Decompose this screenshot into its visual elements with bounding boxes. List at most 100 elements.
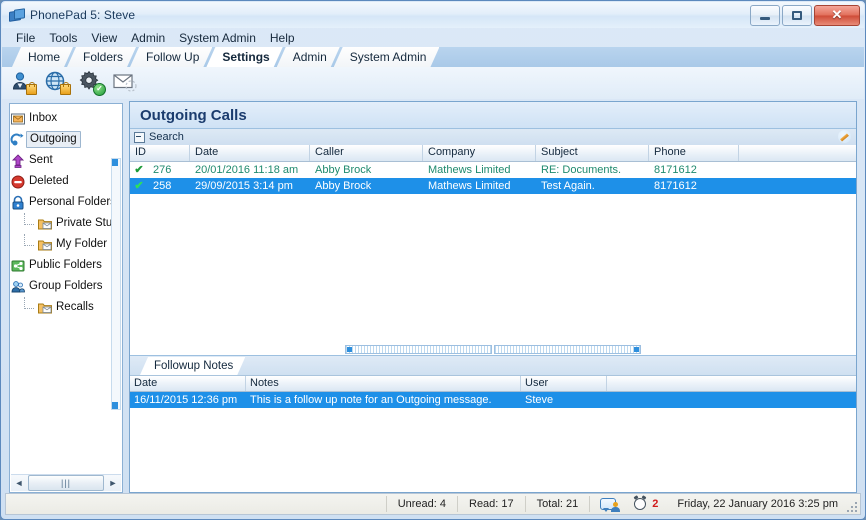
sidebar-vertical-scrollbar[interactable] [111,158,121,410]
close-icon: ✕ [831,7,843,22]
gear-check-icon[interactable]: ✓ [78,70,106,96]
status-messenger[interactable] [589,496,626,512]
menu-system-admin[interactable]: System Admin [172,30,263,46]
folder-icon [37,300,53,316]
tab-folders[interactable]: Folders [67,47,136,67]
column-header-note-date[interactable]: Date [130,376,246,391]
globe-lock-icon[interactable] [44,70,72,96]
table-row[interactable]: ✔ 276 20/01/2016 11:18 am Abby Brock Mat… [130,162,856,178]
panel-splitter[interactable] [130,343,856,355]
column-header-user[interactable]: User [521,376,607,391]
alarm-count-badge: 2 [652,498,659,510]
page-title: Outgoing Calls [130,102,856,129]
minimize-button[interactable] [750,5,780,26]
sidebar-item-label: Personal Folders [29,196,112,208]
sidebar-item-label: Public Folders [29,259,102,271]
scroll-left-arrow-icon[interactable]: ◄ [11,476,27,491]
sidebar-item-outgoing[interactable]: Outgoing [10,129,112,150]
cell-company: Mathews Limited [428,164,511,176]
followup-notes-panel: Followup Notes Date Notes User 16/11/201… [130,355,856,492]
menu-file[interactable]: File [9,30,42,46]
tab-followup-notes[interactable]: Followup Notes [140,357,245,375]
sidebar-item-label: Inbox [29,112,58,124]
calls-grid-header: ID Date Caller Company Subject Phone [130,145,856,162]
scrollbar-thumb-bottom[interactable] [112,402,118,409]
scroll-thumb[interactable]: ||| [28,475,104,491]
menu-view[interactable]: View [84,30,124,46]
expand-icon[interactable] [134,131,145,143]
sidebar-item-label: Sent [29,154,53,166]
sidebar-item-label: Deleted [29,175,69,187]
column-header-company[interactable]: Company [423,145,536,161]
cell-id: 258 [153,180,172,192]
maximize-button[interactable] [782,5,812,26]
tab-system-admin[interactable]: System Admin [334,47,440,67]
user-lock-icon[interactable] [10,70,38,96]
tab-follow-up[interactable]: Follow Up [130,47,212,67]
search-bar[interactable]: Search [130,129,856,146]
cell-id: 276 [153,164,172,176]
splitter-handle-right[interactable] [494,344,641,354]
row-flag-check-icon: ✔ [134,180,144,192]
sidebar-item-group-folders[interactable]: Group Folders [10,276,112,297]
window-title: PhonePad 5: Steve [30,8,136,22]
cell-phone: 8171612 [654,164,697,176]
cell-date: 29/09/2015 3:14 pm [195,180,293,192]
menu-tools[interactable]: Tools [42,30,84,46]
column-header-notes[interactable]: Notes [246,376,521,391]
column-header-id[interactable]: ID [130,145,190,161]
resize-grip[interactable] [845,500,857,512]
column-header-caller[interactable]: Caller [310,145,423,161]
sidebar-item-inbox[interactable]: Inbox [10,108,112,129]
sidebar-item-sent[interactable]: Sent [10,150,112,171]
close-button[interactable]: ✕ [814,5,860,26]
window-controls: ✕ [750,5,860,26]
cell-subject: Test Again. [541,180,595,192]
sidebar-item-personal-folders[interactable]: Personal Folders [10,192,112,213]
folder-icon [37,216,53,232]
status-alarms[interactable]: 2 [626,496,666,512]
scrollbar-thumb-top[interactable] [112,159,118,166]
cell-caller: Abby Brock [315,164,372,176]
cell-note-text: This is a follow up note for an Outgoing… [250,394,492,406]
column-header-date[interactable]: Date [190,145,310,161]
splitter-handle-left[interactable] [345,344,492,354]
messenger-icon[interactable] [600,496,621,512]
tab-admin[interactable]: Admin [277,47,340,67]
table-row[interactable]: ✔ 258 29/09/2015 3:14 pm Abby Brock Math… [130,178,856,194]
alarm-clock-icon[interactable] [632,496,648,512]
main-panel: Outgoing Calls Search ID Date Caller Com… [129,101,857,493]
menu-help[interactable]: Help [263,30,302,46]
sidebar-item-recalls[interactable]: Recalls [10,297,112,318]
sidebar-item-my-folder[interactable]: My Folder [10,234,112,255]
scroll-right-arrow-icon[interactable]: ► [105,476,121,491]
tab-strip-filler [433,47,864,67]
deleted-icon [10,174,26,190]
folder-tree-panel: Inbox Outgoing Sent Deleted Personal Fol… [9,103,123,493]
sidebar-item-private-stuff[interactable]: Private Stuff [10,213,112,234]
status-bar: Unread: 4 Read: 17 Total: 21 2 Friday, 2… [5,493,861,515]
search-label: Search [149,131,184,143]
tab-home[interactable]: Home [12,47,73,67]
toolbar: ✓ [2,67,864,99]
list-item[interactable]: 16/11/2015 12:36 pm This is a follow up … [130,392,856,408]
sidebar-item-label: Outgoing [26,131,81,148]
menu-admin[interactable]: Admin [124,30,172,46]
sidebar-item-label: Recalls [56,301,94,313]
pencil-icon[interactable] [838,130,851,143]
cell-note-date: 16/11/2015 12:36 pm [134,394,238,406]
sidebar-item-public-folders[interactable]: Public Folders [10,255,112,276]
notes-tab-strip: Followup Notes [130,356,856,376]
tab-settings[interactable]: Settings [206,47,282,67]
status-unread: Unread: 4 [385,496,457,512]
cell-company: Mathews Limited [428,180,511,192]
sidebar-item-deleted[interactable]: Deleted [10,171,112,192]
envelope-icon[interactable] [112,70,140,96]
sidebar-horizontal-scrollbar[interactable]: ◄ ||| ► [11,474,121,491]
column-header-subject[interactable]: Subject [536,145,649,161]
group-folders-icon [10,279,26,295]
column-header-phone[interactable]: Phone [649,145,739,161]
folder-tree: Inbox Outgoing Sent Deleted Personal Fol… [10,108,112,474]
public-folders-icon [10,258,26,274]
sidebar-item-label: Group Folders [29,280,103,292]
